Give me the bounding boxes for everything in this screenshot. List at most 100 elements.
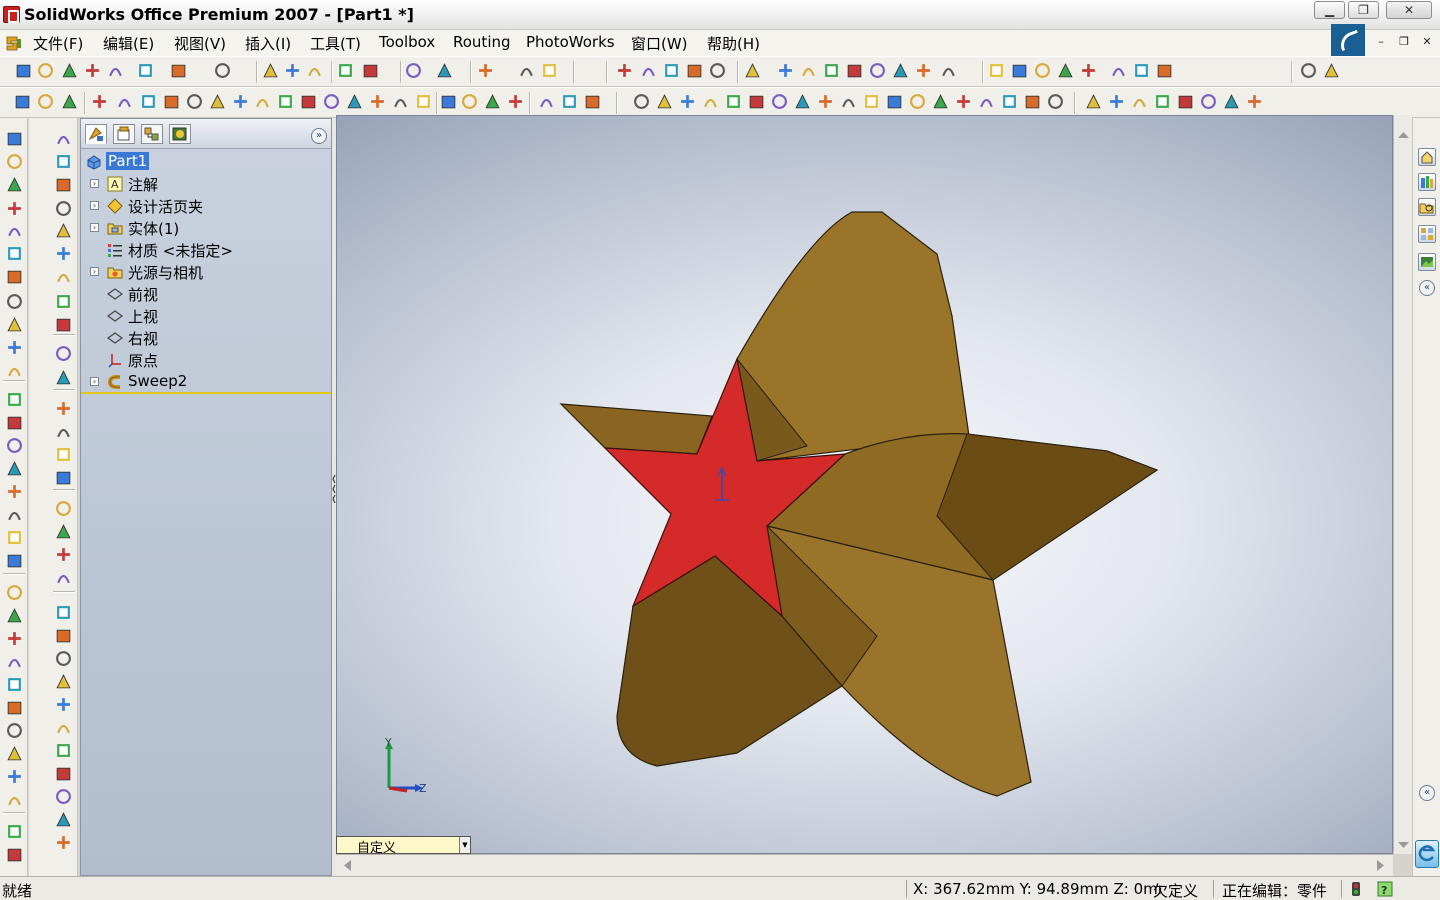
rebuild-icon[interactable] — [306, 62, 323, 79]
scroll-down-arrow[interactable] — [1396, 835, 1411, 848]
model-icon[interactable] — [477, 62, 494, 79]
surface-tool-icon[interactable] — [55, 604, 71, 620]
sketch-tool-icon[interactable] — [955, 93, 972, 110]
view-orientation-select[interactable]: 自定义 ▼ — [336, 836, 471, 856]
sketch-tool-icon[interactable] — [254, 93, 271, 110]
tree-item-sweep2[interactable]: › Sweep2 — [81, 371, 331, 393]
tree-item-top-plane[interactable]: 上视 — [81, 305, 331, 327]
sketch-tool-icon[interactable] — [561, 93, 578, 110]
tree-item-solid-bodies[interactable]: › 实体(1) — [81, 217, 331, 239]
solidworks-resources-icon[interactable] — [1418, 148, 1436, 166]
surface-tool-icon[interactable] — [55, 222, 71, 238]
file-explorer-icon[interactable] — [1418, 198, 1436, 216]
surface-tool-icon[interactable] — [55, 130, 71, 146]
sketch-tool-icon[interactable] — [932, 93, 949, 110]
display-mode-icon[interactable] — [541, 62, 558, 79]
doc-minimize-button[interactable]: – — [1371, 32, 1391, 52]
feature-tool-icon[interactable] — [6, 630, 22, 646]
sketch-tool-icon[interactable] — [116, 93, 133, 110]
view-tool-icon[interactable] — [1057, 62, 1074, 79]
view-tool-icon[interactable] — [709, 62, 726, 79]
sketch-tool-icon[interactable] — [440, 93, 457, 110]
sketch-tool-icon[interactable] — [1047, 93, 1064, 110]
sketch-tool-icon[interactable] — [1024, 93, 1041, 110]
expand-toggle[interactable]: › — [90, 201, 99, 210]
view-tool-icon[interactable] — [777, 62, 794, 79]
sketch-tool-icon[interactable] — [91, 93, 108, 110]
feature-tool-icon[interactable] — [6, 176, 22, 192]
surface-tool-icon[interactable] — [55, 742, 71, 758]
feature-tool-icon[interactable] — [6, 316, 22, 332]
feature-tool-icon[interactable] — [6, 552, 22, 568]
view-tool-icon[interactable] — [744, 62, 761, 79]
sketch-tool-icon[interactable] — [656, 93, 673, 110]
sketch-tool-icon[interactable] — [461, 93, 478, 110]
sketch-tool-icon[interactable] — [37, 93, 54, 110]
surface-tool-icon[interactable] — [55, 765, 71, 781]
sketch-tool-icon[interactable] — [1108, 93, 1125, 110]
sketch-tool-icon[interactable] — [886, 93, 903, 110]
tree-root-part[interactable]: Part1 — [81, 151, 331, 173]
print-preview-icon[interactable] — [84, 62, 101, 79]
surface-tool-icon[interactable] — [55, 627, 71, 643]
feature-tool-icon[interactable] — [6, 607, 22, 623]
surface-tool-icon[interactable] — [55, 446, 71, 462]
view-tool-icon[interactable] — [1080, 62, 1097, 79]
surface-tool-icon[interactable] — [55, 369, 71, 385]
new-icon[interactable] — [15, 62, 32, 79]
grid-icon[interactable] — [337, 62, 354, 79]
sketch-tool-icon[interactable] — [392, 93, 409, 110]
expand-toggle[interactable]: › — [90, 267, 99, 276]
sketch-tool-icon[interactable] — [909, 93, 926, 110]
sketch-tool-icon[interactable] — [725, 93, 742, 110]
surface-tool-icon[interactable] — [55, 176, 71, 192]
sketch-tool-icon[interactable] — [817, 93, 834, 110]
sketch-tool-icon[interactable] — [1223, 93, 1240, 110]
view-tool-icon[interactable] — [1034, 62, 1051, 79]
view-icon[interactable] — [405, 62, 422, 79]
view-tool-icon[interactable] — [800, 62, 817, 79]
feature-tool-icon[interactable] — [6, 268, 22, 284]
graphics-viewport[interactable]: Y Z — [336, 115, 1393, 854]
sketch-tool-icon[interactable] — [794, 93, 811, 110]
feature-tool-icon[interactable] — [6, 414, 22, 430]
surface-tool-icon[interactable] — [55, 245, 71, 261]
rebuild-status-icon[interactable] — [1349, 881, 1363, 897]
surface-tool-icon[interactable] — [55, 316, 71, 332]
tab-photoworks[interactable] — [169, 124, 191, 144]
menu-view[interactable]: 视图(V) — [174, 33, 226, 54]
tab-feature-manager[interactable] — [85, 124, 107, 144]
scroll-up-arrow[interactable] — [1396, 125, 1411, 138]
feature-tool-icon[interactable] — [6, 153, 22, 169]
tree-item-lights-cameras[interactable]: › 光源与相机 — [81, 261, 331, 283]
feature-tool-icon[interactable] — [6, 483, 22, 499]
doc-close-button[interactable]: ✕ — [1417, 32, 1437, 52]
sketch-tool-icon[interactable] — [186, 93, 203, 110]
chevron-down-icon[interactable]: ▼ — [459, 837, 470, 853]
redo-icon[interactable] — [214, 62, 231, 79]
sketch-tool-icon[interactable] — [300, 93, 317, 110]
sketch-tool-icon[interactable] — [369, 93, 386, 110]
surface-tool-icon[interactable] — [55, 523, 71, 539]
feature-tool-icon[interactable] — [6, 391, 22, 407]
open-icon[interactable] — [37, 62, 54, 79]
surface-tool-icon[interactable] — [55, 400, 71, 416]
sketch-tool-icon[interactable] — [323, 93, 340, 110]
expand-panel-button[interactable]: » — [311, 128, 327, 144]
restore-button[interactable]: ❐ — [1348, 1, 1379, 19]
explorer-logo-icon[interactable] — [1415, 840, 1439, 868]
section-icon[interactable] — [436, 62, 453, 79]
feature-tool-icon[interactable] — [6, 222, 22, 238]
feature-tool-icon[interactable] — [6, 362, 22, 378]
feature-tool-icon[interactable] — [6, 584, 22, 600]
menu-photoworks[interactable]: PhotoWorks — [526, 33, 615, 51]
view-tool-icon[interactable] — [1156, 62, 1173, 79]
surface-tool-icon[interactable] — [55, 696, 71, 712]
sketch-tool-icon[interactable] — [978, 93, 995, 110]
feature-tool-icon[interactable] — [6, 745, 22, 761]
view-tool-icon[interactable] — [686, 62, 703, 79]
sketch-tool-icon[interactable] — [1246, 93, 1263, 110]
view-tool-icon[interactable] — [1133, 62, 1150, 79]
sketch-tool-icon[interactable] — [14, 93, 31, 110]
view-tool-icon[interactable] — [1300, 62, 1317, 79]
